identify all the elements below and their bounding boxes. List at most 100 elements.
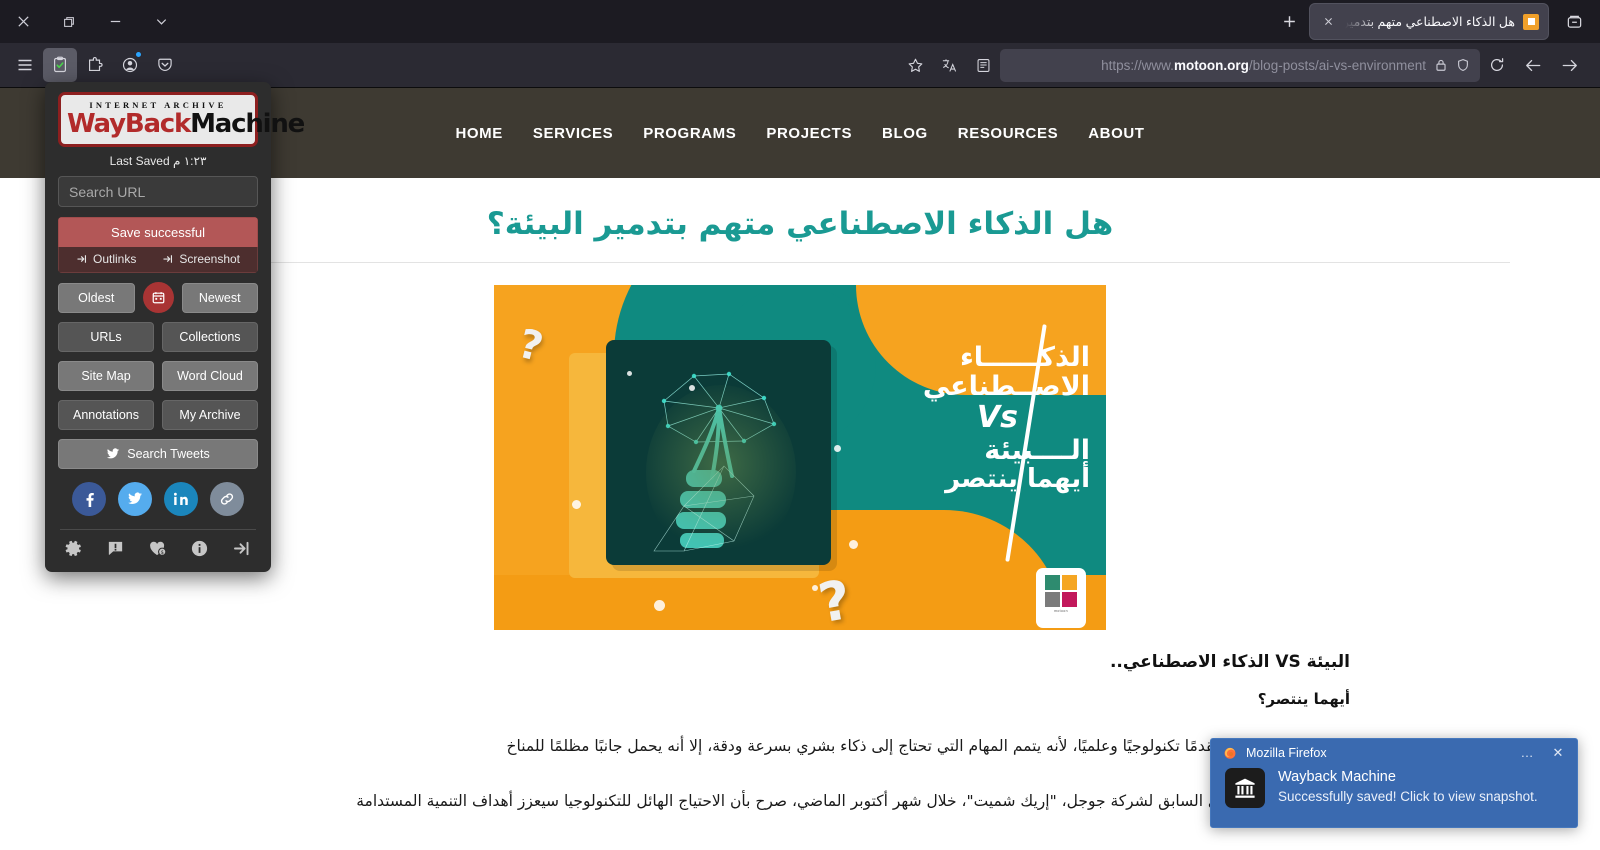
hero-dot: [627, 371, 632, 376]
hero-dot: [572, 500, 581, 509]
tab-title: هل الذكاء الاصطناعي متهم بتدمير البيئة؟: [1345, 15, 1515, 29]
arrow-into-bracket-glyph: [234, 542, 249, 556]
save-status-button[interactable]: Save successful: [58, 217, 258, 248]
toolbar-left-group: [0, 48, 182, 82]
linkedin-share-button[interactable]: [164, 482, 198, 517]
bookmark-star-icon[interactable]: [898, 48, 932, 82]
hero-text: الذكــــــاء الاصــطناعي Vs الــــبيئة أ…: [878, 343, 1091, 494]
login-icon[interactable]: [232, 539, 252, 558]
article-subheading: البيئة VS الذكاء الاصطناعي..: [1109, 652, 1350, 672]
search-tweets-button[interactable]: Search Tweets: [58, 439, 258, 470]
last-saved-row: Last Saved ١:٢٣ م: [58, 147, 258, 176]
report-problem-icon[interactable]: [106, 539, 125, 558]
extensions-icon[interactable]: [78, 48, 112, 82]
toast-options-button[interactable]: …: [1516, 745, 1538, 760]
archive-building-glyph: [1235, 778, 1255, 798]
hero-screen: [606, 340, 831, 565]
browser-window: هل الذكاء الاصطناعي متهم بتدمير البيئة؟: [0, 0, 1600, 850]
outlinks-label: Outlinks: [92, 252, 137, 267]
account-badge-dot: [135, 51, 142, 58]
annotations-button[interactable]: Annotations: [58, 400, 154, 431]
reload-icon[interactable]: [1480, 48, 1514, 82]
collections-button[interactable]: Collections: [162, 322, 258, 353]
link-icon: [220, 493, 234, 505]
screenshot-option[interactable]: Screenshot: [162, 252, 240, 266]
copy-link-button[interactable]: [210, 482, 244, 517]
wayback-logo-way: WayBack: [67, 109, 191, 139]
back-icon[interactable]: [1516, 48, 1550, 82]
arrow-into-bracket-icon: [77, 255, 86, 264]
notification-toast[interactable]: Mozilla Firefox … ✕ Wayback Machine Succ…: [1210, 738, 1578, 828]
svg-text:$: $: [160, 550, 163, 556]
info-circle-glyph: [192, 541, 208, 557]
wayback-logo: INTERNET ARCHIVE WayBackMachine: [58, 92, 305, 148]
nav-services[interactable]: SERVICES: [533, 125, 613, 142]
nav-home[interactable]: HOME: [455, 125, 502, 142]
browser-tab[interactable]: هل الذكاء الاصطناعي متهم بتدمير البيئة؟: [1309, 3, 1549, 40]
arrow-into-bracket-icon: [163, 255, 173, 264]
save-status-block: Save successful Outlinks Screenshot: [58, 217, 258, 274]
search-url-input[interactable]: [58, 176, 258, 208]
facebook-share-button[interactable]: [72, 482, 106, 517]
nav-blog[interactable]: BLOG: [882, 125, 928, 142]
nav-about[interactable]: ABOUT: [1088, 125, 1144, 142]
oldest-button[interactable]: Oldest: [58, 282, 135, 313]
word-cloud-button[interactable]: Word Cloud: [162, 361, 258, 392]
panel-footer-icons: $: [58, 530, 258, 560]
facebook-icon: [86, 493, 94, 508]
url-bar[interactable]: https://www.motoon.org/blog-posts/ai-vs-…: [1000, 48, 1480, 82]
hero-line-3: الــــبيئة: [984, 434, 1090, 466]
hero-dot: [812, 585, 818, 591]
lock-icon[interactable]: [1434, 58, 1448, 72]
pocket-icon[interactable]: [148, 48, 182, 82]
shield-icon[interactable]: [1456, 58, 1470, 72]
twitter-icon: [128, 492, 142, 505]
about-info-icon[interactable]: [190, 539, 209, 558]
wayback-row-sitemap-wordcloud: Site Map Word Cloud: [58, 361, 258, 392]
wayback-machine-icon[interactable]: [43, 48, 77, 82]
reader-view-icon[interactable]: [966, 48, 1000, 82]
toast-message: Successfully saved! Click to view snapsh…: [1278, 788, 1538, 804]
hero-line-4: أيهما ينتصر: [945, 463, 1090, 494]
urls-button[interactable]: URLs: [58, 322, 154, 353]
last-saved-label: Last Saved: [109, 154, 170, 169]
wayback-row-annotations-myarchive: Annotations My Archive: [58, 400, 258, 431]
article-subheading-2: أيهما ينتصر؟: [1257, 690, 1350, 708]
application-menu-icon[interactable]: [8, 48, 42, 82]
screenshot-label: Screenshot: [179, 252, 241, 267]
twitter-share-button[interactable]: [118, 482, 152, 517]
wayback-archive-icon: [1225, 768, 1265, 808]
wayback-row-urls-collections: URLs Collections: [58, 322, 258, 353]
nav-programs[interactable]: PROGRAMS: [643, 125, 736, 142]
list-all-tabs-button[interactable]: [1554, 5, 1594, 39]
hero-vs: Vs: [976, 400, 1018, 436]
restore-window-button[interactable]: [46, 0, 92, 43]
calendar-icon[interactable]: [142, 282, 174, 314]
account-icon[interactable]: [113, 48, 147, 82]
hero-image: ? ? الذكــــــاء الاصــطناعي Vs الــــبي…: [494, 285, 1106, 630]
social-share-row: [58, 482, 258, 517]
toast-body: Wayback Machine Successfully saved! Clic…: [1211, 766, 1577, 808]
nav-resources[interactable]: RESOURCES: [958, 125, 1058, 142]
nav-projects[interactable]: PROJECTS: [766, 125, 852, 142]
hero-line-2: الاصــطناعي: [922, 371, 1090, 403]
outlinks-option[interactable]: Outlinks: [76, 252, 136, 266]
close-window-button[interactable]: [0, 0, 46, 43]
newest-button[interactable]: Newest: [181, 282, 258, 313]
site-map-button[interactable]: Site Map: [58, 361, 154, 392]
forward-icon[interactable]: [1552, 48, 1586, 82]
hero-ai-tree-hand-icon: [652, 371, 776, 552]
tab-favicon-icon: [1523, 13, 1539, 30]
url-text: https://www.motoon.org/blog-posts/ai-vs-…: [1101, 57, 1426, 73]
wayback-machine-panel: INTERNET ARCHIVE WayBackMachine Last Sav…: [45, 82, 305, 573]
window-menu-button[interactable]: [138, 0, 184, 43]
tab-close-icon[interactable]: [1319, 13, 1337, 31]
toast-close-button[interactable]: ✕: [1547, 745, 1569, 761]
minimize-window-button[interactable]: [92, 0, 138, 43]
translate-icon[interactable]: [932, 48, 966, 82]
settings-icon[interactable]: [64, 539, 83, 558]
last-saved-time: ١:٢٣ م: [172, 154, 207, 169]
my-archive-button[interactable]: My Archive: [162, 400, 258, 431]
new-tab-button[interactable]: [1269, 5, 1309, 39]
donate-icon[interactable]: $: [148, 539, 168, 558]
